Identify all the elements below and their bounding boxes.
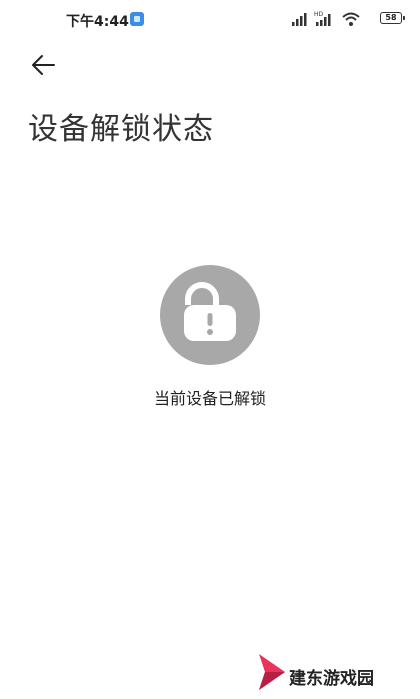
- status-bar: 下午4:44 HD 58: [0, 0, 420, 40]
- watermark-text: 建东游戏园: [289, 669, 374, 689]
- lock-status-indicator: [160, 265, 260, 365]
- arrow-left-icon: [32, 55, 55, 75]
- status-icons: HD 58: [292, 9, 405, 29]
- unlocked-padlock-icon: [184, 282, 236, 341]
- watermark: 建东游戏园: [255, 650, 405, 694]
- unlock-status-text: 当前设备已解锁: [153, 389, 266, 408]
- signal-icon: [292, 13, 307, 26]
- status-time: 下午4:44: [66, 14, 129, 30]
- page-title: 设备解锁状态: [28, 112, 214, 147]
- watermark-logo-icon: [259, 654, 285, 690]
- app-notification-icon: [130, 12, 144, 26]
- svg-text:HD: HD: [314, 11, 324, 18]
- battery-icon: 58: [380, 12, 405, 24]
- wifi-icon: [342, 12, 360, 26]
- hd-signal-icon: HD: [314, 11, 331, 26]
- back-button[interactable]: [26, 50, 62, 80]
